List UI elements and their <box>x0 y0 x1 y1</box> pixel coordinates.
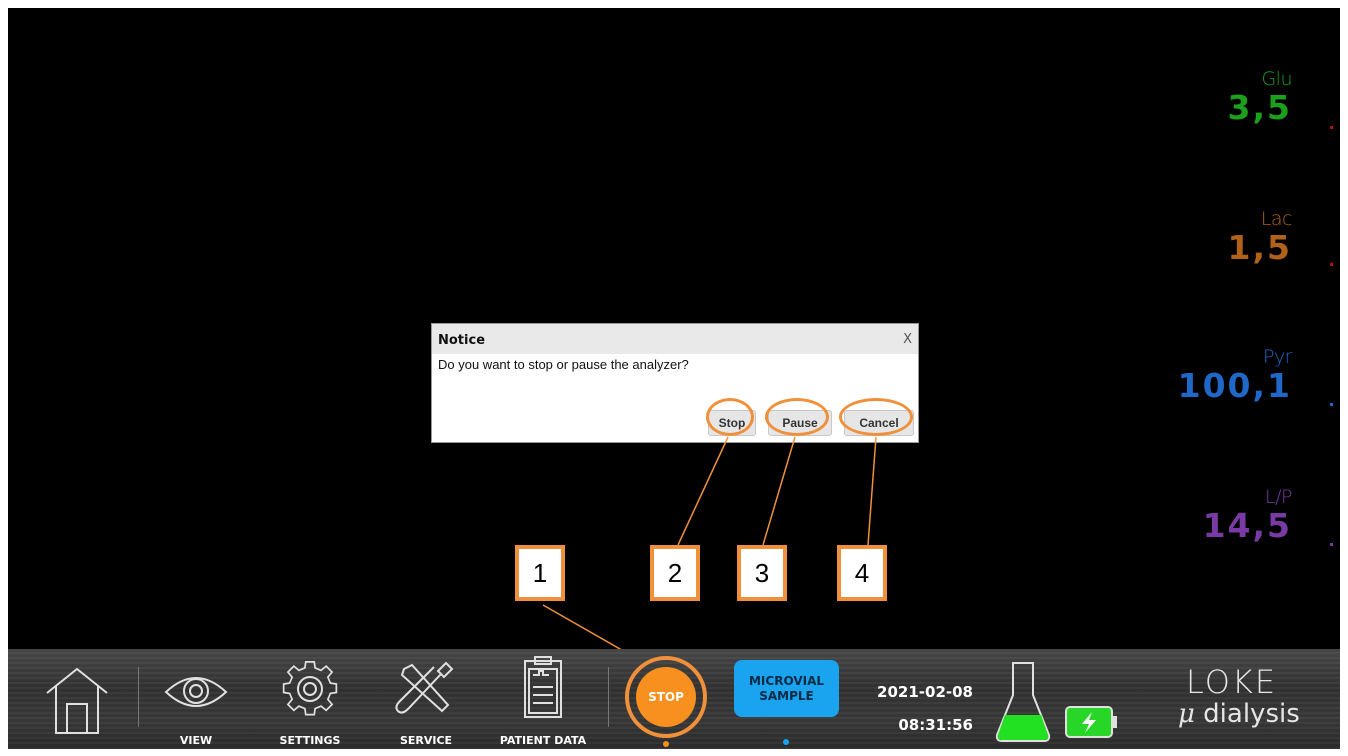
battery-charging-icon <box>1065 706 1117 738</box>
microvial-sample-button[interactable]: MICROVIAL SAMPLE <box>734 660 839 717</box>
datetime-display: 2021-02-08 08:31:56 <box>863 676 973 742</box>
view-button[interactable]: VIEW <box>156 649 236 749</box>
microvial-line2: SAMPLE <box>759 688 814 703</box>
patient-data-button[interactable]: PATIENT DATA <box>500 649 586 749</box>
logo-bottom: μ dialysis <box>1178 699 1308 729</box>
status-dot <box>783 739 789 745</box>
patient-data-label: PATIENT DATA <box>499 734 587 747</box>
logo-dialysis: dialysis <box>1203 699 1300 729</box>
clipboard-icon <box>524 656 562 718</box>
settings-button[interactable]: SETTINGS <box>270 649 350 749</box>
microvial-line1: MICROVIAL <box>748 673 825 688</box>
highlight-ring <box>625 656 707 738</box>
date-text: 2021-02-08 <box>877 683 973 701</box>
callout-1: 1 <box>515 545 565 601</box>
analyzer-screen: Glu 3,5 Lac 1,5 Pyr 100,1 L/P 14,5 Notic… <box>8 8 1340 749</box>
callout-4: 4 <box>837 545 887 601</box>
logo-mu: μ <box>1178 699 1195 729</box>
home-button[interactable] <box>43 649 113 749</box>
logo-top: LOKE <box>1186 663 1278 701</box>
loke-logo: LOKE μ dialysis <box>1178 665 1308 729</box>
flask-icon[interactable] <box>993 657 1053 745</box>
tools-icon <box>395 661 454 714</box>
eye-icon <box>164 677 228 707</box>
callout-3: 3 <box>737 545 787 601</box>
status-dot <box>663 741 669 747</box>
gear-icon <box>282 661 338 716</box>
callout-2: 2 <box>650 545 700 601</box>
toolbar-divider <box>138 667 139 727</box>
time-text: 08:31:56 <box>898 716 973 734</box>
toolbar-divider <box>608 667 609 727</box>
service-button[interactable]: SERVICE <box>386 649 466 749</box>
callout-lines <box>542 436 877 662</box>
home-icon <box>46 667 108 734</box>
